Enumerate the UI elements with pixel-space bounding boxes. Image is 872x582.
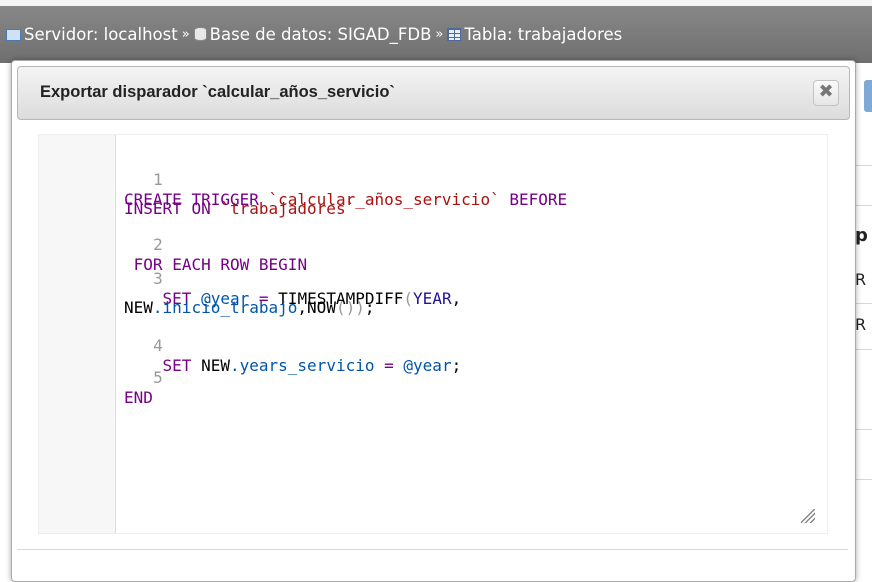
dialog-titlebar[interactable]: Exportar disparador `calcular_años_servi…: [17, 66, 850, 120]
code-text: INSERT ON `trabajadores`: [124, 199, 356, 218]
dialog-title: Exportar disparador `calcular_años_servi…: [40, 83, 395, 101]
database-icon: [193, 27, 207, 41]
background-text-fragment: R: [855, 270, 867, 289]
line-number: 5: [153, 368, 163, 387]
background-divider: [855, 429, 872, 430]
background-divider: [855, 479, 872, 480]
resize-handle-icon[interactable]: [801, 509, 815, 523]
breadcrumb: Servidor: localhost » Base de datos: SIG…: [6, 21, 622, 47]
sql-code-editor[interactable]: 1 CREATE TRIGGER `calcular_años_servicio…: [38, 134, 828, 534]
breadcrumb-server[interactable]: Servidor: localhost: [6, 25, 178, 44]
breadcrumb-table[interactable]: Tabla: trabajadores: [447, 25, 622, 44]
breadcrumb-database[interactable]: Base de datos: SIGAD_FDB: [193, 24, 432, 44]
background-divider: [855, 303, 872, 304]
breadcrumb-bar: Servidor: localhost » Base de datos: SIG…: [0, 0, 872, 63]
line-number: 3: [153, 269, 163, 288]
line-number: 4: [153, 336, 163, 355]
background-divider: [855, 205, 872, 206]
line-number: 2: [153, 235, 163, 254]
close-button[interactable]: ✖: [813, 80, 839, 106]
dialog-divider: [17, 549, 848, 550]
background-text-fragment: R: [855, 315, 867, 334]
server-icon: [6, 29, 21, 41]
line-number: 1: [153, 170, 163, 189]
close-icon: ✖: [818, 81, 834, 102]
code-text: NEW.inicio_trabajo,NOW());: [124, 298, 375, 317]
breadcrumb-separator: »: [435, 26, 444, 42]
background-divider: [855, 165, 872, 166]
background-tab-edge: [864, 80, 872, 112]
background-divider: [855, 349, 872, 350]
code-line: 5 END: [39, 348, 163, 428]
export-trigger-dialog: Exportar disparador `calcular_años_servi…: [11, 60, 856, 582]
background-heading-fragment: p: [855, 225, 868, 246]
code-text: END: [124, 388, 153, 407]
breadcrumb-separator: »: [181, 26, 190, 42]
top-strip: [0, 0, 872, 6]
breadcrumb-server-label: Servidor: localhost: [24, 24, 178, 44]
code-text: SET NEW.years_servicio = @year;: [162, 356, 462, 375]
breadcrumb-database-label: Base de datos: SIGAD_FDB: [209, 24, 432, 44]
breadcrumb-table-label: Tabla: trabajadores: [464, 24, 623, 44]
background-page: p R R: [855, 63, 872, 567]
table-icon: [447, 27, 462, 41]
